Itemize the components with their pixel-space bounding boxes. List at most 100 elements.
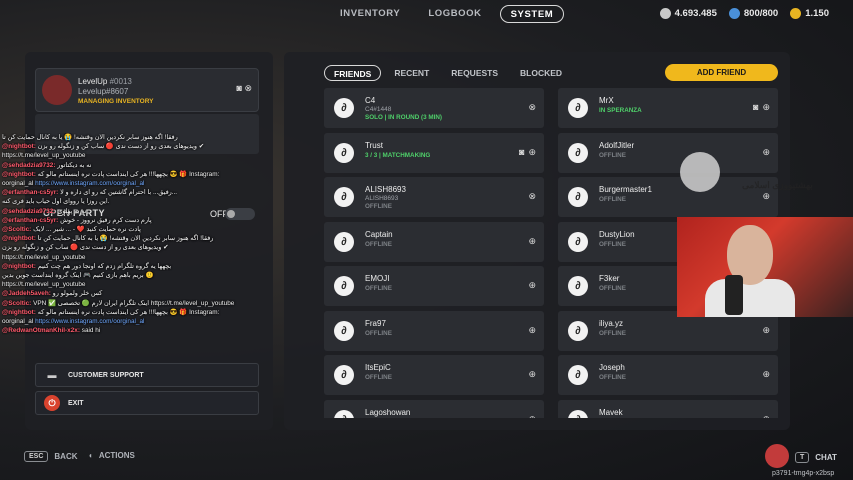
back-hint[interactable]: ESC BACK — [24, 451, 78, 462]
friend-name: Lagoshowan — [365, 407, 411, 417]
globe-icon: ⊕ — [762, 324, 770, 335]
profile-status: MANAGING INVENTORY — [78, 98, 154, 105]
friend-status: OFFLINE — [599, 329, 626, 337]
chat-username: @nightbot: — [2, 143, 36, 151]
friend-card[interactable]: ∂ MrX IN SPERANZA ◙ ⊕ — [558, 88, 778, 128]
friend-card[interactable]: ∂ Lagoshowan ⊕ — [324, 399, 544, 419]
friend-name: ItsEpiC — [365, 363, 391, 372]
top-nav: INVENTORY LOGBOOK SYSTEM — [330, 5, 565, 23]
xbox-icon: ⊗ — [244, 83, 252, 93]
globe-icon: ⊕ — [528, 369, 536, 379]
friend-card[interactable]: ∂ Captain OFFLINE ⊕ — [324, 221, 544, 262]
friend-card[interactable]: ∂ ItsEpiC OFFLINE ⊕ — [324, 355, 544, 395]
chat-username: @erfanthan-cs5yr: — [2, 216, 59, 224]
globe-icon: ⊕ — [762, 369, 770, 379]
chat-link[interactable]: https://www.instagram.com/oorginal_al — [35, 318, 144, 325]
friend-card[interactable]: ∂ ALISH8693 ALISH8693 OFFLINE ⊗ — [324, 177, 544, 217]
friend-card[interactable]: ∂ Trust 3 / 3 | MATCHMAKING ◙ ⊕ — [324, 132, 544, 173]
chat-text: نه به پهلوی — [57, 207, 87, 215]
friend-avatar-icon: ∂ — [334, 231, 354, 252]
friend-name: ALISH8693 — [365, 185, 406, 194]
friend-name: Mavek — [599, 407, 623, 417]
customer-support-label: CUSTOMER SUPPORT — [68, 371, 144, 379]
chat-message: @nightbot: بچهها یه گروه تلگرام زدم که ا… — [2, 262, 264, 271]
chat-username: @nightbot: — [2, 170, 36, 178]
friend-status: OFFLINE — [599, 285, 626, 292]
chat-username: @nightbot: — [2, 262, 36, 270]
streamer-logo — [765, 444, 789, 468]
friend-status: OFFLINE — [365, 329, 392, 337]
friend-avatar-icon: ∂ — [568, 365, 588, 385]
chat-text: oorginal_al — [2, 180, 34, 188]
profile-tag: #0013 — [109, 77, 132, 86]
friend-platform-icons: ◙ ⊕ — [753, 102, 770, 113]
chat-message: @Jaddeh5aveh: کس خلر ولمولو رو — [2, 289, 264, 298]
tab-recent[interactable]: RECENT — [385, 65, 438, 81]
friend-card[interactable]: ∂ Fra97 OFFLINE ⊕ — [324, 310, 544, 351]
friend-card[interactable]: ∂ AdolfJitler OFFLINE ⊕ — [558, 132, 778, 173]
chat-text: https://t.me/level_up_youtube — [2, 152, 86, 160]
chat-bubble-icon: ▬ — [47, 370, 57, 380]
chat-text: said hi — [81, 327, 101, 335]
friend-card[interactable]: ∂ EMOJI OFFLINE ⊕ — [324, 266, 544, 306]
chat-link[interactable]: https://www.instagram.com/oorginal_al — [35, 180, 144, 187]
tab-system[interactable]: SYSTEM — [499, 5, 565, 23]
capacity-amount: 800/800 — [743, 8, 779, 19]
chat-username: @erfanthan-cs5yr: — [2, 189, 59, 197]
chat-username: @sehdadzia9732: — [2, 207, 56, 215]
friend-avatar-icon: ∂ — [568, 409, 588, 418]
friend-status: IN SPERANZA — [599, 107, 642, 114]
friend-avatar-icon: ∂ — [568, 320, 588, 341]
friend-avatar-icon: ∂ — [568, 142, 588, 163]
tab-requests[interactable]: REQUESTS — [442, 65, 507, 81]
chat-username: @nightbot: — [2, 308, 36, 316]
exit-label: EXIT — [68, 399, 84, 407]
discord-icon: ◙ — [236, 83, 242, 93]
friend-card[interactable]: ∂ Joseph OFFLINE ⊕ — [558, 355, 778, 395]
currency-bar: 4.693.485 800/800 1.150 — [659, 8, 829, 19]
avatar — [42, 75, 72, 105]
chat-username: @RedwanOtmanKhil-x2x: — [2, 327, 80, 335]
friend-card[interactable]: ∂ C4 C4#1448 SOLO | IN ROUND (3 MIN) ⊗ — [324, 88, 544, 128]
friend-platform-icons: ⊕ — [762, 369, 770, 380]
chat-username: @sehdadzia9732: — [2, 161, 56, 169]
esc-key: ESC — [24, 451, 49, 462]
friend-name: Burgermaster1 — [599, 185, 652, 194]
chat-text: ویدیوهای بعدی رو از دست ندی 🔴 ساب کن و ز… — [37, 143, 205, 151]
profile-name-row: LevelUp #0013 — [78, 77, 132, 86]
chat-message: @nightbot: بچهها!!! هر کی اینداست پادت ن… — [2, 308, 264, 317]
tab-logbook[interactable]: LOGBOOK — [418, 5, 491, 23]
add-friend-button[interactable]: ADD FRIEND — [665, 64, 778, 81]
chat-text: https://t.me/level_up_youtube — [2, 253, 86, 261]
customer-support-button[interactable]: ▬ CUSTOMER SUPPORT — [35, 363, 259, 387]
friend-status: OFFLINE — [599, 240, 626, 248]
friend-platform-icons: ⊕ — [762, 325, 770, 336]
actions-hint[interactable]: ◖ ACTIONS — [88, 451, 135, 460]
tab-inventory[interactable]: INVENTORY — [330, 5, 410, 23]
watermark-text: بهشتیووزی اسلامی — [742, 180, 813, 190]
chat-message: @nightbot: رفقا! اگه هنوز سابر نکردین ال… — [2, 234, 264, 243]
chat-message: oorginal_al https://www.instagram.com/oo… — [2, 317, 264, 326]
friend-platform-icons: ⊕ — [528, 414, 536, 419]
gold-currency: 1.150 — [790, 8, 829, 19]
tab-friends[interactable]: FRIENDS — [324, 65, 382, 81]
tab-blocked[interactable]: BLOCKED — [511, 65, 571, 81]
chat-message: @erfanthan-cs5yr: پارم دست کرم رفیق نروو… — [2, 216, 264, 225]
chat-message: @sehdadzia9732: نه به دیکتاتور — [2, 161, 264, 170]
discord-icon: ◙ — [519, 146, 525, 157]
friend-name: Trust — [365, 140, 383, 150]
chat-hint[interactable]: T CHAT — [795, 452, 837, 463]
capacity-icon — [728, 8, 740, 19]
globe-icon: ⊕ — [528, 324, 536, 335]
chat-text: پارم دست کرم رفیق نرووز - خوش — [60, 216, 152, 224]
chat-username: @Scoltic: — [2, 226, 32, 234]
chat-message: @sehdadzia9732: نه به پهلوی — [2, 207, 264, 216]
chat-message: ویدیوهای بعدی رو از دست ندی 🔴 ساب کن و ز… — [2, 243, 264, 252]
exit-button[interactable]: ⏻ EXIT — [35, 391, 259, 415]
silver-amount: 4.693.485 — [674, 8, 717, 19]
profile-card[interactable]: LevelUp #0013 Levelup#8607 MANAGING INVE… — [35, 68, 259, 112]
emblem-watermark — [680, 152, 720, 192]
chat-text: کس خلر ولمولو رو — [52, 290, 103, 298]
friend-platform-icons: ⊕ — [762, 191, 770, 202]
friend-card[interactable]: ∂ Mavek ⊕ — [558, 399, 778, 418]
